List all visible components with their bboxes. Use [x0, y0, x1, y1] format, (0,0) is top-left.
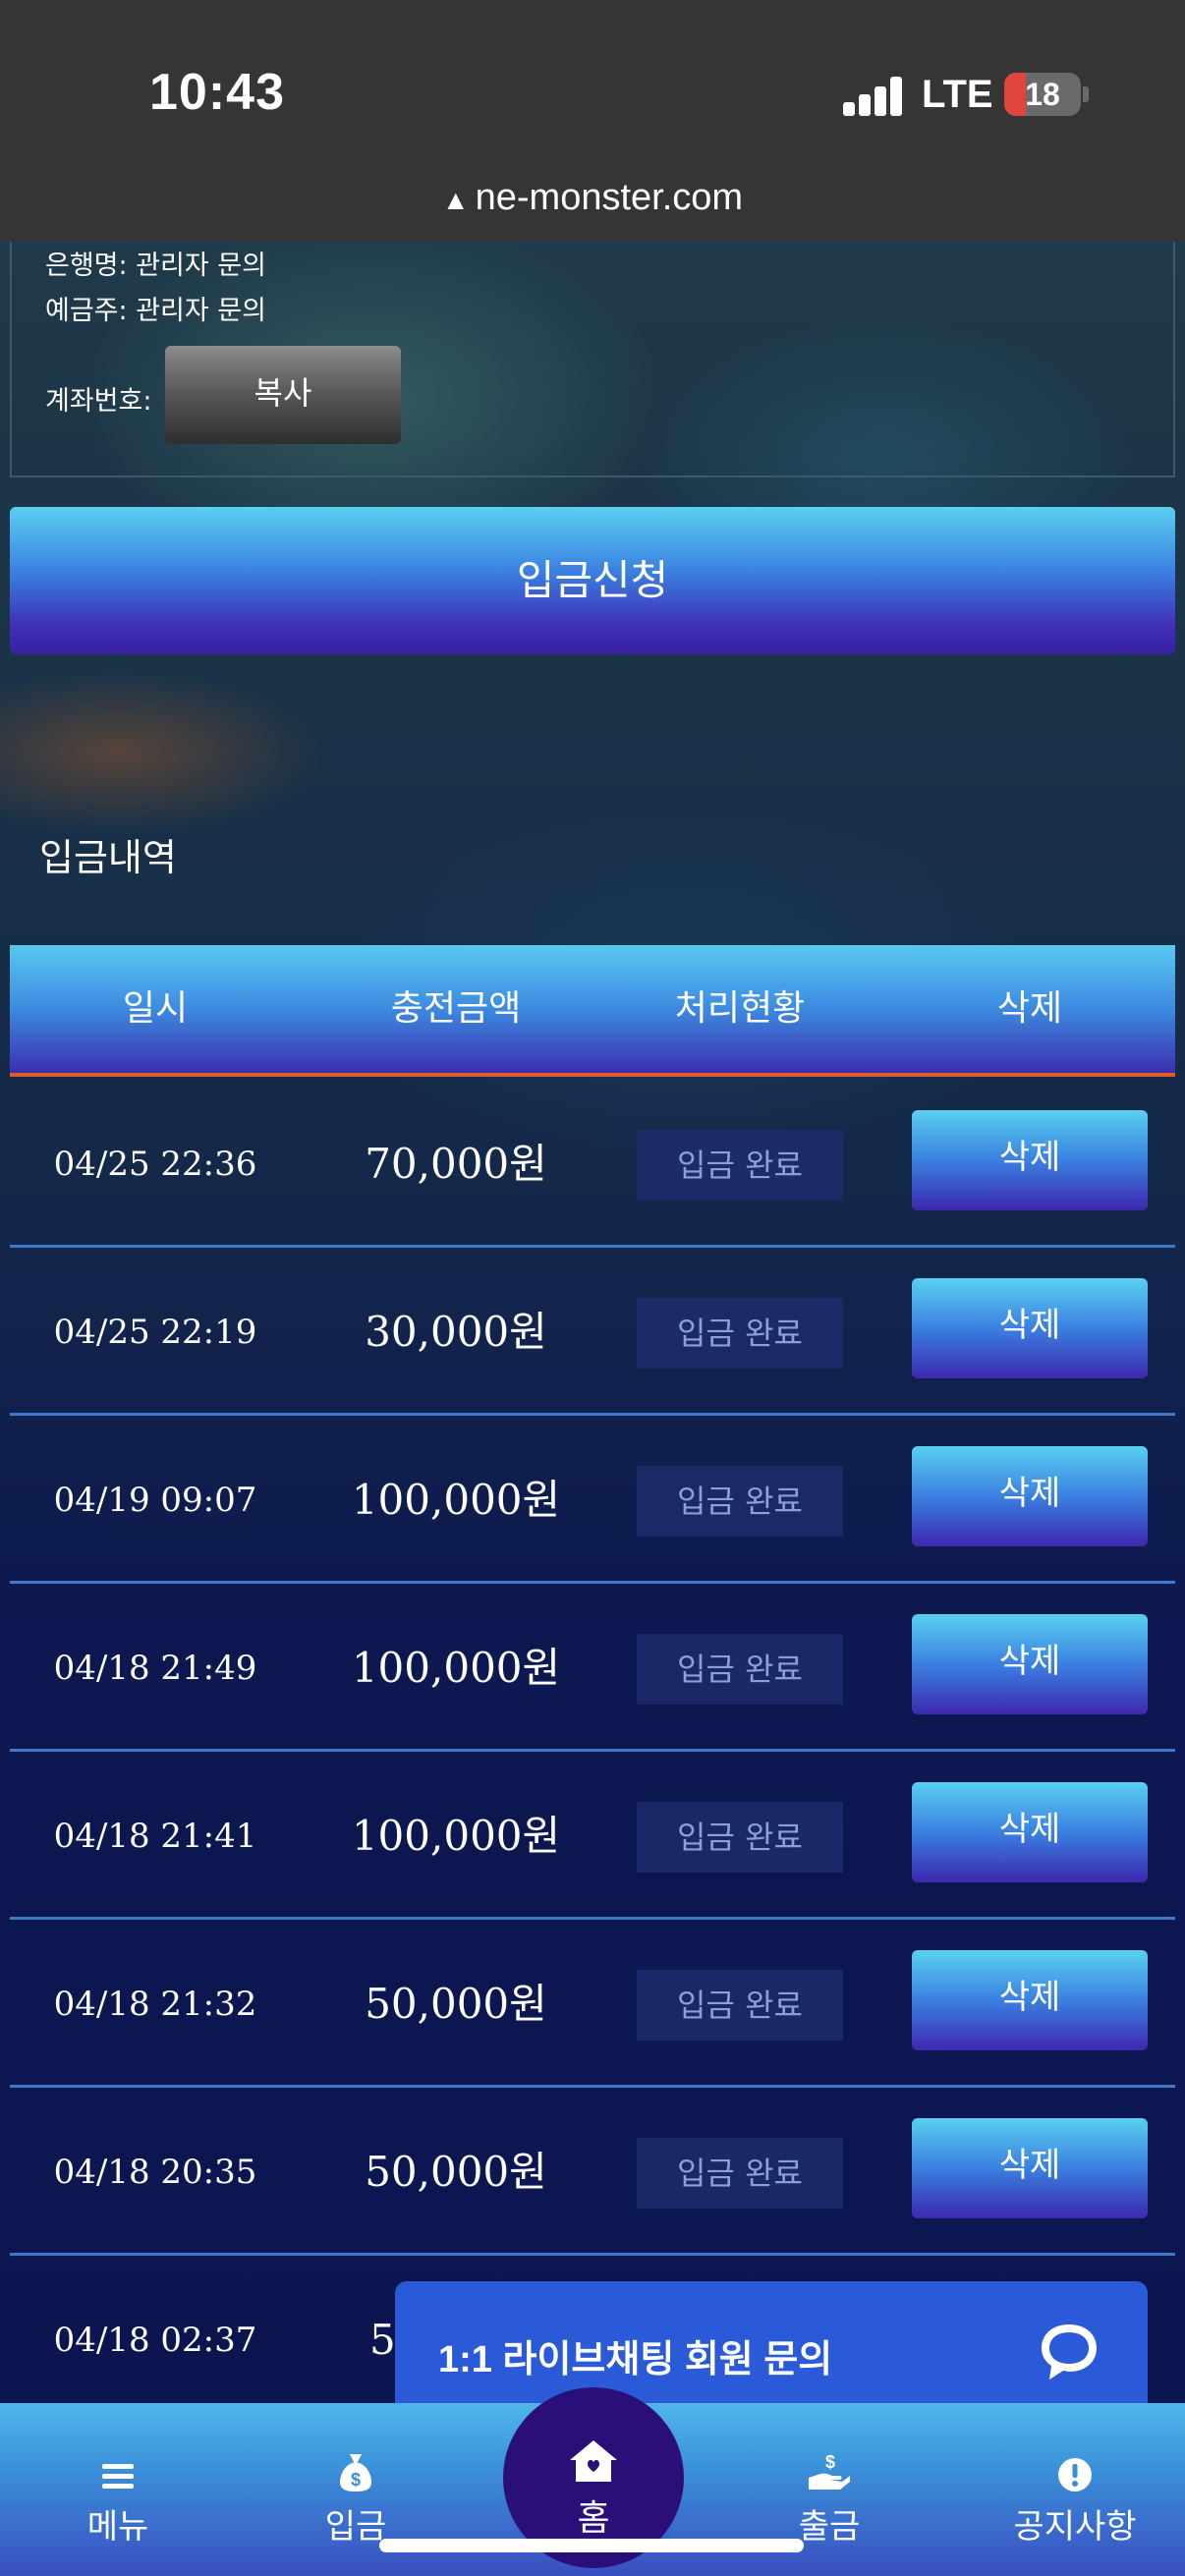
url-text: ne-monster.com — [475, 177, 744, 218]
deposit-request-button[interactable]: 입금신청 — [10, 507, 1175, 654]
home-indicator[interactable] — [379, 2539, 804, 2552]
row-date: 04/18 02:37 — [53, 2321, 257, 2360]
signal-icon — [843, 77, 904, 116]
money-bag-icon: $ — [340, 2454, 371, 2492]
live-chat-label: 1:1 라이브채팅 회원 문의 — [438, 2339, 833, 2380]
battery-tip — [1083, 86, 1089, 102]
svg-text:$: $ — [351, 2470, 361, 2490]
warning-icon: ▲ — [441, 185, 470, 215]
row-date: 04/18 21:32 — [53, 1985, 257, 2024]
status-badge: 입금 완료 — [637, 1466, 843, 1537]
column-header-amount: 충전금액 — [390, 988, 522, 1029]
row-amount: 100,000원 — [351, 1812, 561, 1860]
row-amount: 50,000원 — [365, 2148, 547, 2196]
delete-button[interactable]: 삭제 — [912, 1110, 1148, 1210]
nav-home-label: 홈 — [577, 2498, 610, 2539]
delete-button[interactable]: 삭제 — [912, 2118, 1148, 2218]
table-row: 04/18 21:32 50,000원 입금 완료 삭제 — [10, 1921, 1175, 2088]
status-badge: 입금 완료 — [637, 1130, 843, 1201]
bank-name: 은행명: 관리자 문의 — [45, 251, 266, 281]
row-amount: 100,000원 — [351, 1476, 561, 1524]
alert-icon — [1058, 2458, 1092, 2492]
nav-notice[interactable]: 공지사항 — [987, 2403, 1163, 2576]
status-badge: 입금 완료 — [637, 1970, 843, 2041]
nav-menu-label: 메뉴 — [86, 2507, 149, 2547]
network-type: LTE — [922, 73, 993, 116]
delete-button[interactable]: 삭제 — [912, 1446, 1148, 1546]
account-number-label: 계좌번호: — [45, 386, 152, 417]
delete-button[interactable]: 삭제 — [912, 1614, 1148, 1714]
row-amount: 30,000원 — [365, 1308, 547, 1356]
table-header: 일시 충전금액 처리현황 삭제 — [10, 945, 1175, 1077]
hand-coin-icon: $ — [809, 2452, 850, 2490]
row-date: 04/18 20:35 — [53, 2153, 257, 2192]
status-badge: 입금 완료 — [637, 1634, 843, 1705]
status-badge: 입금 완료 — [637, 2138, 843, 2209]
home-icon — [570, 2440, 617, 2482]
table-row: 04/18 21:49 100,000원 입금 완료 삭제 — [10, 1585, 1175, 1752]
nav-menu[interactable]: 메뉴 — [39, 2403, 197, 2576]
table-row: 04/18 21:41 100,000원 입금 완료 삭제 — [10, 1753, 1175, 1920]
row-date: 04/25 22:36 — [53, 1145, 257, 1184]
chat-bubble-icon — [1042, 2324, 1097, 2380]
clock: 10:43 — [149, 64, 285, 121]
row-date: 04/19 09:07 — [53, 1481, 257, 1520]
row-amount: 100,000원 — [351, 1644, 561, 1692]
status-bar: 10:43 LTE 18 ▲ ne-monster.com — [0, 0, 1185, 242]
row-amount: 70,000원 — [365, 1140, 547, 1188]
menu-icon — [102, 2464, 134, 2489]
delete-button[interactable]: 삭제 — [912, 1782, 1148, 1882]
delete-button[interactable]: 삭제 — [912, 1950, 1148, 2050]
row-date: 04/18 21:49 — [53, 1649, 257, 1688]
battery-level: 18 — [1025, 77, 1060, 112]
column-header-date: 일시 — [122, 988, 189, 1029]
deposit-history-title: 입금내역 — [39, 836, 177, 879]
svg-text:$: $ — [825, 2452, 835, 2472]
address-bar[interactable]: ▲ ne-monster.com — [0, 177, 1185, 219]
row-date: 04/25 22:19 — [53, 1313, 257, 1352]
table-row: 04/25 22:19 30,000원 입금 완료 삭제 — [10, 1249, 1175, 1416]
battery-icon: 18 — [1004, 73, 1081, 116]
table-row: 04/18 20:35 50,000원 입금 완료 삭제 — [10, 2089, 1175, 2256]
delete-button[interactable]: 삭제 — [912, 1278, 1148, 1378]
column-header-status: 처리현황 — [674, 988, 806, 1029]
row-date: 04/18 21:41 — [53, 1817, 257, 1856]
copy-button[interactable]: 복사 — [165, 346, 401, 444]
status-badge: 입금 완료 — [637, 1298, 843, 1369]
table-row: 04/19 09:07 100,000원 입금 완료 삭제 — [10, 1417, 1175, 1584]
row-amount: 50,000원 — [365, 1980, 547, 2028]
column-header-delete: 삭제 — [996, 988, 1063, 1029]
status-badge: 입금 완료 — [637, 1802, 843, 1873]
account-holder: 예금주: 관리자 문의 — [45, 296, 266, 326]
nav-notice-label: 공지사항 — [1013, 2507, 1137, 2547]
table-row: 04/25 22:36 70,000원 입금 완료 삭제 — [10, 1081, 1175, 1248]
